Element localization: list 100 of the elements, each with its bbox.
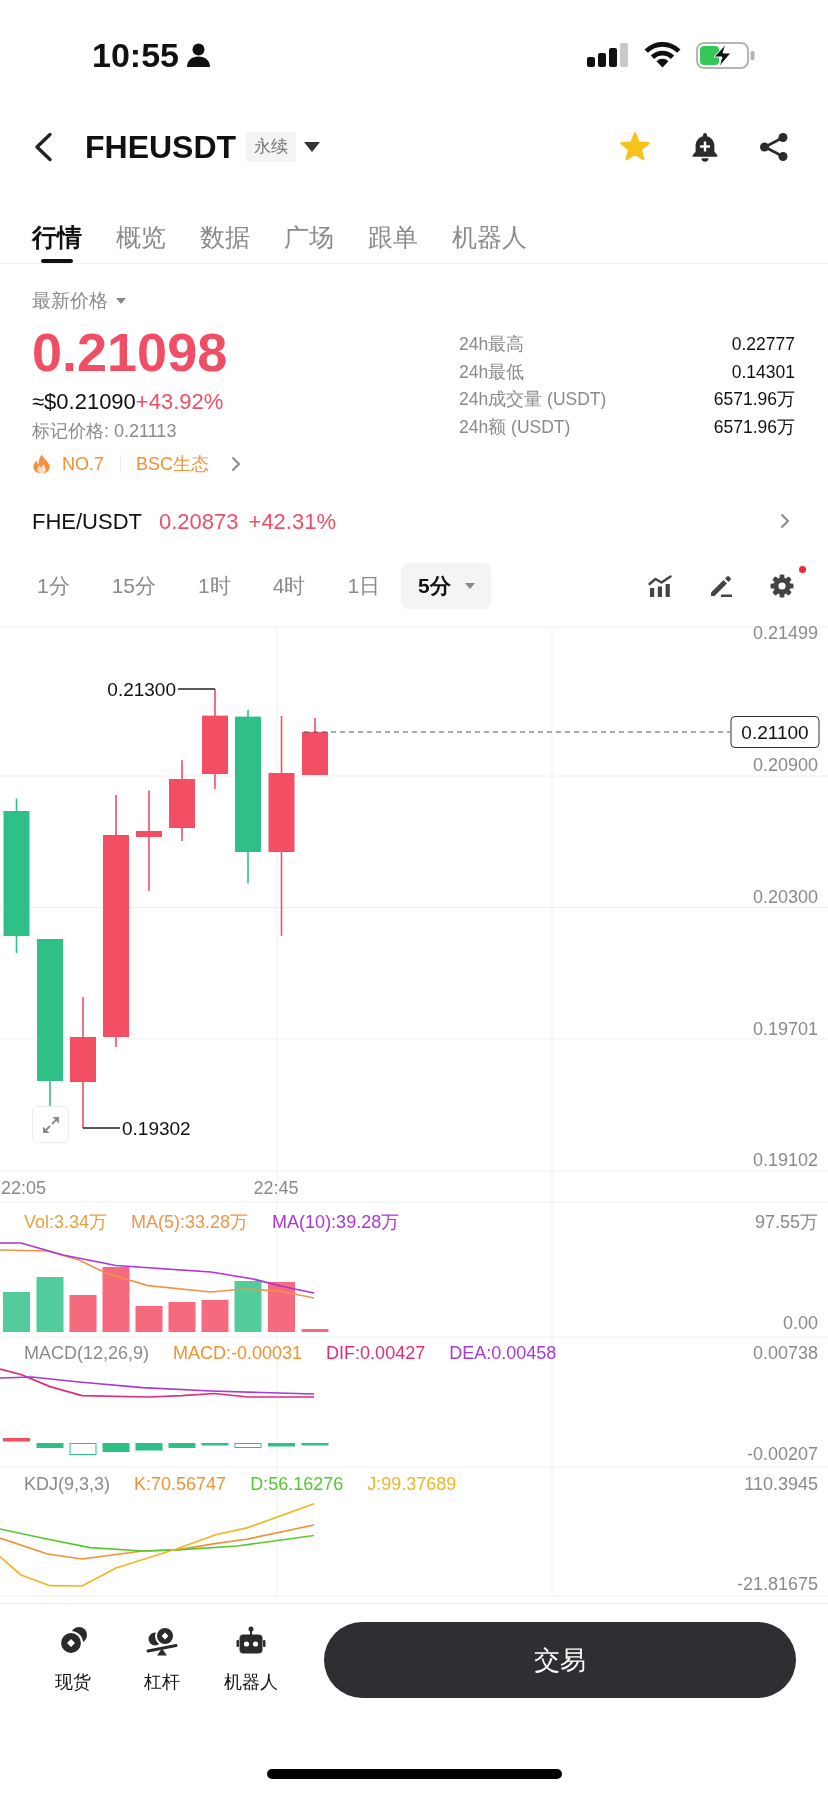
stat-value: 0.14301 <box>731 360 795 384</box>
time-axis-label: 22:05 <box>1 1178 47 1198</box>
tag-label: BSC生态 <box>136 453 210 476</box>
volume-bar <box>201 1300 229 1332</box>
tab[interactable]: 机器人 <box>452 184 527 263</box>
chevron-right-icon[interactable] <box>780 513 790 529</box>
share-icon[interactable] <box>759 132 789 162</box>
legend-label: K:70.56747 <box>134 1474 227 1494</box>
value-axis-label: 97.55万 <box>754 1212 818 1232</box>
coin-seesaw-icon <box>145 1626 178 1656</box>
volume-bar <box>168 1302 196 1332</box>
price-axis-label: 0.20300 <box>752 887 818 907</box>
price-label: 最新价格 <box>32 289 108 313</box>
volume-bar <box>268 1282 295 1332</box>
legend-label: MACD(12,26,9) <box>24 1343 150 1363</box>
pencil-icon[interactable] <box>709 574 733 598</box>
contract-type-tag: 永续 <box>246 132 297 162</box>
pair-title: FHEUSDT <box>85 128 237 167</box>
indicator-chart-icon[interactable] <box>648 575 672 597</box>
wifi-icon <box>644 42 681 68</box>
interval-tab[interactable]: 5分 <box>401 563 491 609</box>
volume-bar <box>69 1295 97 1332</box>
leader-line <box>177 688 216 690</box>
macd-bar <box>301 1443 329 1446</box>
price-axis-label: 0.19102 <box>752 1150 818 1170</box>
macd-bar <box>69 1443 97 1455</box>
volume-bar <box>36 1277 64 1332</box>
legend-label: KDJ(9,3,3) <box>24 1474 111 1494</box>
macd-bar <box>168 1443 196 1448</box>
interval-tab[interactable]: 1分 <box>16 563 91 609</box>
star-icon[interactable] <box>619 131 651 163</box>
change-percent: +43.92% <box>135 388 224 416</box>
legend-label: MA(5):33.28万 <box>131 1212 249 1232</box>
stat-label: 24h最高 <box>459 333 525 356</box>
bell-plus-icon[interactable] <box>691 132 719 162</box>
volume-bar <box>135 1306 163 1332</box>
interval-tab[interactable]: 15分 <box>90 563 178 609</box>
time-axis-label: 22:45 <box>253 1178 299 1198</box>
rank-label: NO.7 <box>62 453 104 476</box>
price-axis-label: 0.20900 <box>752 755 818 775</box>
current-price-tag: 0.21100 <box>730 716 820 748</box>
person-icon <box>186 43 210 67</box>
low-price-label: 0.19302 <box>122 1117 191 1139</box>
settings-icon[interactable] <box>770 574 794 598</box>
macd-bar <box>268 1443 295 1447</box>
value-axis-label: 110.3945 <box>744 1474 818 1494</box>
legend-label: DIF:0.00427 <box>326 1343 426 1363</box>
legend-label: D:56.16276 <box>250 1474 344 1494</box>
caret-down-icon <box>464 583 475 589</box>
tab[interactable]: 广场 <box>284 184 334 263</box>
legend-label: DEA:0.00458 <box>449 1343 557 1363</box>
tab[interactable]: 数据 <box>200 184 250 263</box>
legend-label: MACD:-0.00031 <box>173 1343 303 1363</box>
macd-bar <box>102 1443 130 1452</box>
interval-tab[interactable]: 1时 <box>177 563 252 609</box>
volume-bar <box>3 1292 30 1332</box>
volume-bar <box>102 1267 130 1332</box>
stat-value: 6571.96万 <box>713 388 795 411</box>
trade-button[interactable]: 交易 <box>324 1622 796 1698</box>
stat-label: 24h额 (USDT) <box>459 415 571 439</box>
chevron-right-icon[interactable] <box>231 456 242 472</box>
leader-line <box>82 1127 121 1129</box>
tab[interactable]: 概览 <box>116 184 166 263</box>
caret-down-icon[interactable] <box>304 142 321 152</box>
value-axis-label: 0.00738 <box>752 1343 818 1363</box>
volume-bar <box>234 1281 262 1332</box>
stat-value: 0.22777 <box>731 333 795 356</box>
candlestick <box>302 717 328 776</box>
value-axis-label: 0.00 <box>782 1313 818 1333</box>
nav-button[interactable]: 杠杆 <box>117 1622 206 1694</box>
robot-icon <box>235 1626 266 1656</box>
signal-icon <box>587 43 629 67</box>
flame-icon <box>32 454 51 474</box>
legend-label: J:99.37689 <box>367 1474 457 1494</box>
value-axis-label: -0.00207 <box>746 1444 818 1464</box>
high-price-label: 0.21300 <box>107 678 176 700</box>
last-price: 0.21098 <box>32 324 229 380</box>
stat-label: 24h成交量 (USDT) <box>459 388 607 411</box>
macd-bar <box>201 1443 229 1446</box>
tab[interactable]: 行情 <box>32 184 82 263</box>
nav-button[interactable]: 现货 <box>28 1622 117 1694</box>
mark-price: 标记价格: 0.21113 <box>32 420 178 443</box>
value-axis-label: -21.81675 <box>736 1574 818 1594</box>
spot-pair-price: 0.20873 <box>159 507 239 536</box>
stat-label: 24h最低 <box>459 360 525 384</box>
expand-icon <box>41 1115 60 1134</box>
interval-tab[interactable]: 1日 <box>326 563 402 609</box>
expand-button[interactable] <box>32 1106 69 1143</box>
nav-button[interactable]: 机器人 <box>206 1622 295 1694</box>
battery-icon <box>696 41 755 69</box>
macd-bar <box>36 1443 64 1448</box>
macd-bar <box>234 1443 262 1448</box>
status-time: 10:55 <box>92 35 179 75</box>
back-icon[interactable] <box>33 132 53 162</box>
legend-label: Vol:3.34万 <box>24 1212 108 1232</box>
tab[interactable]: 跟单 <box>368 184 418 263</box>
price-axis-label: 0.19701 <box>752 1019 818 1039</box>
interval-tab[interactable]: 4时 <box>251 563 327 609</box>
volume-bar <box>301 1329 329 1332</box>
price-axis-label: 0.21499 <box>752 623 818 643</box>
